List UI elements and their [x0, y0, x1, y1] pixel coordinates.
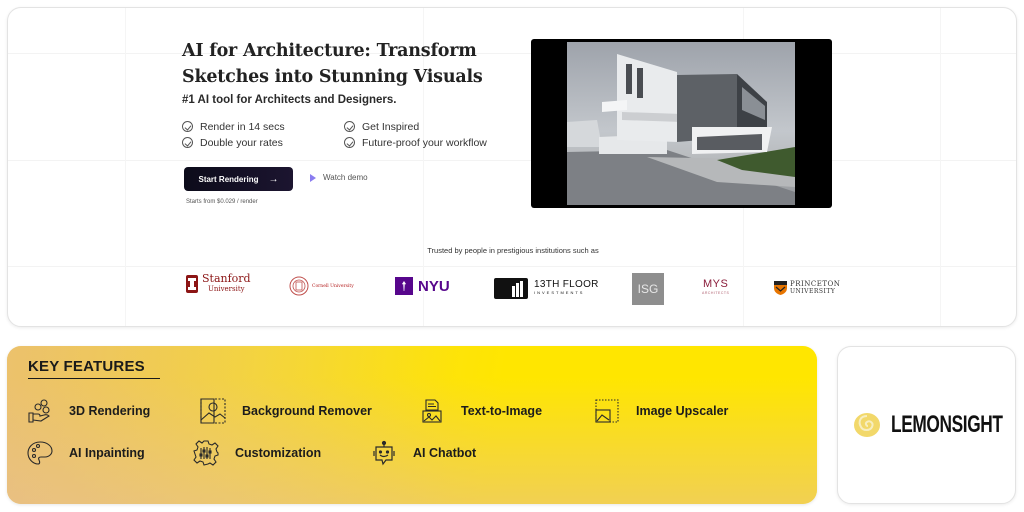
check-circle-icon — [182, 137, 193, 148]
play-icon — [310, 173, 316, 182]
princeton-name: PRINCETON — [790, 279, 841, 288]
building-render-illustration — [567, 54, 795, 205]
chatbot-icon — [373, 440, 395, 466]
logo-mys: MYS ARCHITECTS — [702, 278, 730, 298]
institution-logos: Stanford University Cornell University N… — [8, 272, 1016, 305]
mys-name: MYS — [703, 278, 729, 290]
princeton-shield-icon — [774, 281, 787, 295]
watch-demo-link[interactable]: Watch demo — [310, 173, 368, 182]
feature-image-upscaler[interactable]: Image Upscaler — [594, 398, 728, 424]
logo-13th-floor: 13TH FLOOR INVESTMENTS — [494, 278, 599, 299]
feature-ai-inpainting[interactable]: AI Inpainting — [27, 440, 145, 466]
logo-nyu: NYU — [395, 277, 450, 295]
building-render-image — [567, 42, 795, 205]
feature-label: Text-to-Image — [461, 404, 543, 418]
feature-3d-rendering[interactable]: 3D Rendering — [27, 398, 150, 424]
benefits-list: Render in 14 secs Get Inspired Double yo… — [182, 119, 512, 150]
13th-floor-name: 13TH FLOOR — [534, 278, 599, 290]
hero-subheadline: #1 AI tool for Architects and Designers. — [182, 94, 397, 106]
feature-background-remover[interactable]: Background Remover — [200, 398, 372, 424]
grid-line — [8, 266, 1016, 267]
benefit-label: Get Inspired — [362, 120, 420, 133]
benefit-label: Future-proof your workflow — [362, 136, 487, 149]
feature-label: 3D Rendering — [69, 404, 151, 418]
13th-floor-sub: INVESTMENTS — [534, 289, 585, 295]
logo-cornell: Cornell University — [289, 276, 354, 296]
arrow-right-icon: → — [268, 173, 279, 185]
isg-name: ISG — [637, 282, 659, 296]
nyu-name: NYU — [418, 277, 450, 295]
lemonsight-brand-card: LEMONSIGHT — [837, 346, 1016, 504]
stanford-tree-icon — [186, 275, 198, 293]
feature-label: AI Chatbot — [413, 446, 477, 460]
check-circle-icon — [344, 137, 355, 148]
demo-video-player[interactable] — [531, 39, 832, 208]
princeton-sub: UNIVERSITY — [790, 287, 836, 295]
benefit-item: Future-proof your workflow — [344, 135, 512, 150]
grid-line — [8, 160, 1016, 161]
check-circle-icon — [344, 121, 355, 132]
start-rendering-button[interactable]: Start Rendering → — [184, 167, 293, 191]
image-upscaler-icon — [595, 399, 619, 423]
benefit-item: Render in 14 secs — [182, 119, 344, 134]
benefit-item: Get Inspired — [344, 119, 512, 134]
feature-ai-chatbot[interactable]: AI Chatbot — [371, 440, 476, 466]
cornell-seal-icon — [289, 276, 309, 296]
background-remover-icon — [200, 398, 226, 424]
trusted-heading: Trusted by people in prestigious institu… — [427, 246, 599, 255]
start-rendering-label: Start Rendering — [198, 174, 259, 184]
price-note: Starts from $0.029 / render — [186, 199, 258, 205]
logo-princeton: PRINCETON UNIVERSITY — [774, 280, 840, 295]
hero-headline: AI for Architecture: Transform Sketches … — [182, 38, 512, 90]
lemon-swirl-icon — [853, 413, 880, 437]
hero-section: AI for Architecture: Transform Sketches … — [7, 7, 1017, 327]
hand-cubes-icon — [28, 399, 50, 423]
key-features-panel: KEY FEATURES 3D Rendering Background Rem… — [7, 346, 817, 504]
feature-label: AI Inpainting — [69, 446, 145, 460]
palette-icon — [27, 441, 53, 465]
check-circle-icon — [182, 121, 193, 132]
mys-sub: ARCHITECTS — [702, 291, 730, 295]
brand-name: LEMONSIGHT — [890, 411, 1003, 438]
cornell-name: Cornell University — [312, 283, 354, 289]
13th-floor-building-icon — [494, 278, 528, 299]
nyu-torch-icon — [395, 277, 413, 295]
logo-isg: ISG — [632, 273, 664, 305]
logo-stanford: Stanford University — [186, 272, 251, 294]
headline-line-1: AI for Architecture: Transform — [182, 41, 477, 61]
text-to-image-icon — [422, 399, 442, 423]
gear-sliders-icon — [193, 440, 219, 466]
feature-label: Image Upscaler — [636, 404, 729, 418]
key-features-title: KEY FEATURES — [28, 358, 160, 379]
feature-customization[interactable]: Customization — [193, 440, 321, 466]
feature-text-to-image[interactable]: Text-to-Image — [419, 398, 542, 424]
benefit-label: Double your rates — [200, 136, 283, 149]
headline-line-2: Sketches into Stunning Visuals — [182, 67, 483, 87]
grid-line — [8, 53, 1016, 54]
feature-label: Background Remover — [242, 404, 372, 418]
watch-demo-label: Watch demo — [323, 173, 368, 182]
benefit-item: Double your rates — [182, 135, 344, 150]
feature-label: Customization — [235, 446, 322, 460]
stanford-sub: University — [207, 285, 245, 293]
benefit-label: Render in 14 secs — [200, 120, 285, 133]
stanford-name: Stanford — [202, 272, 251, 285]
